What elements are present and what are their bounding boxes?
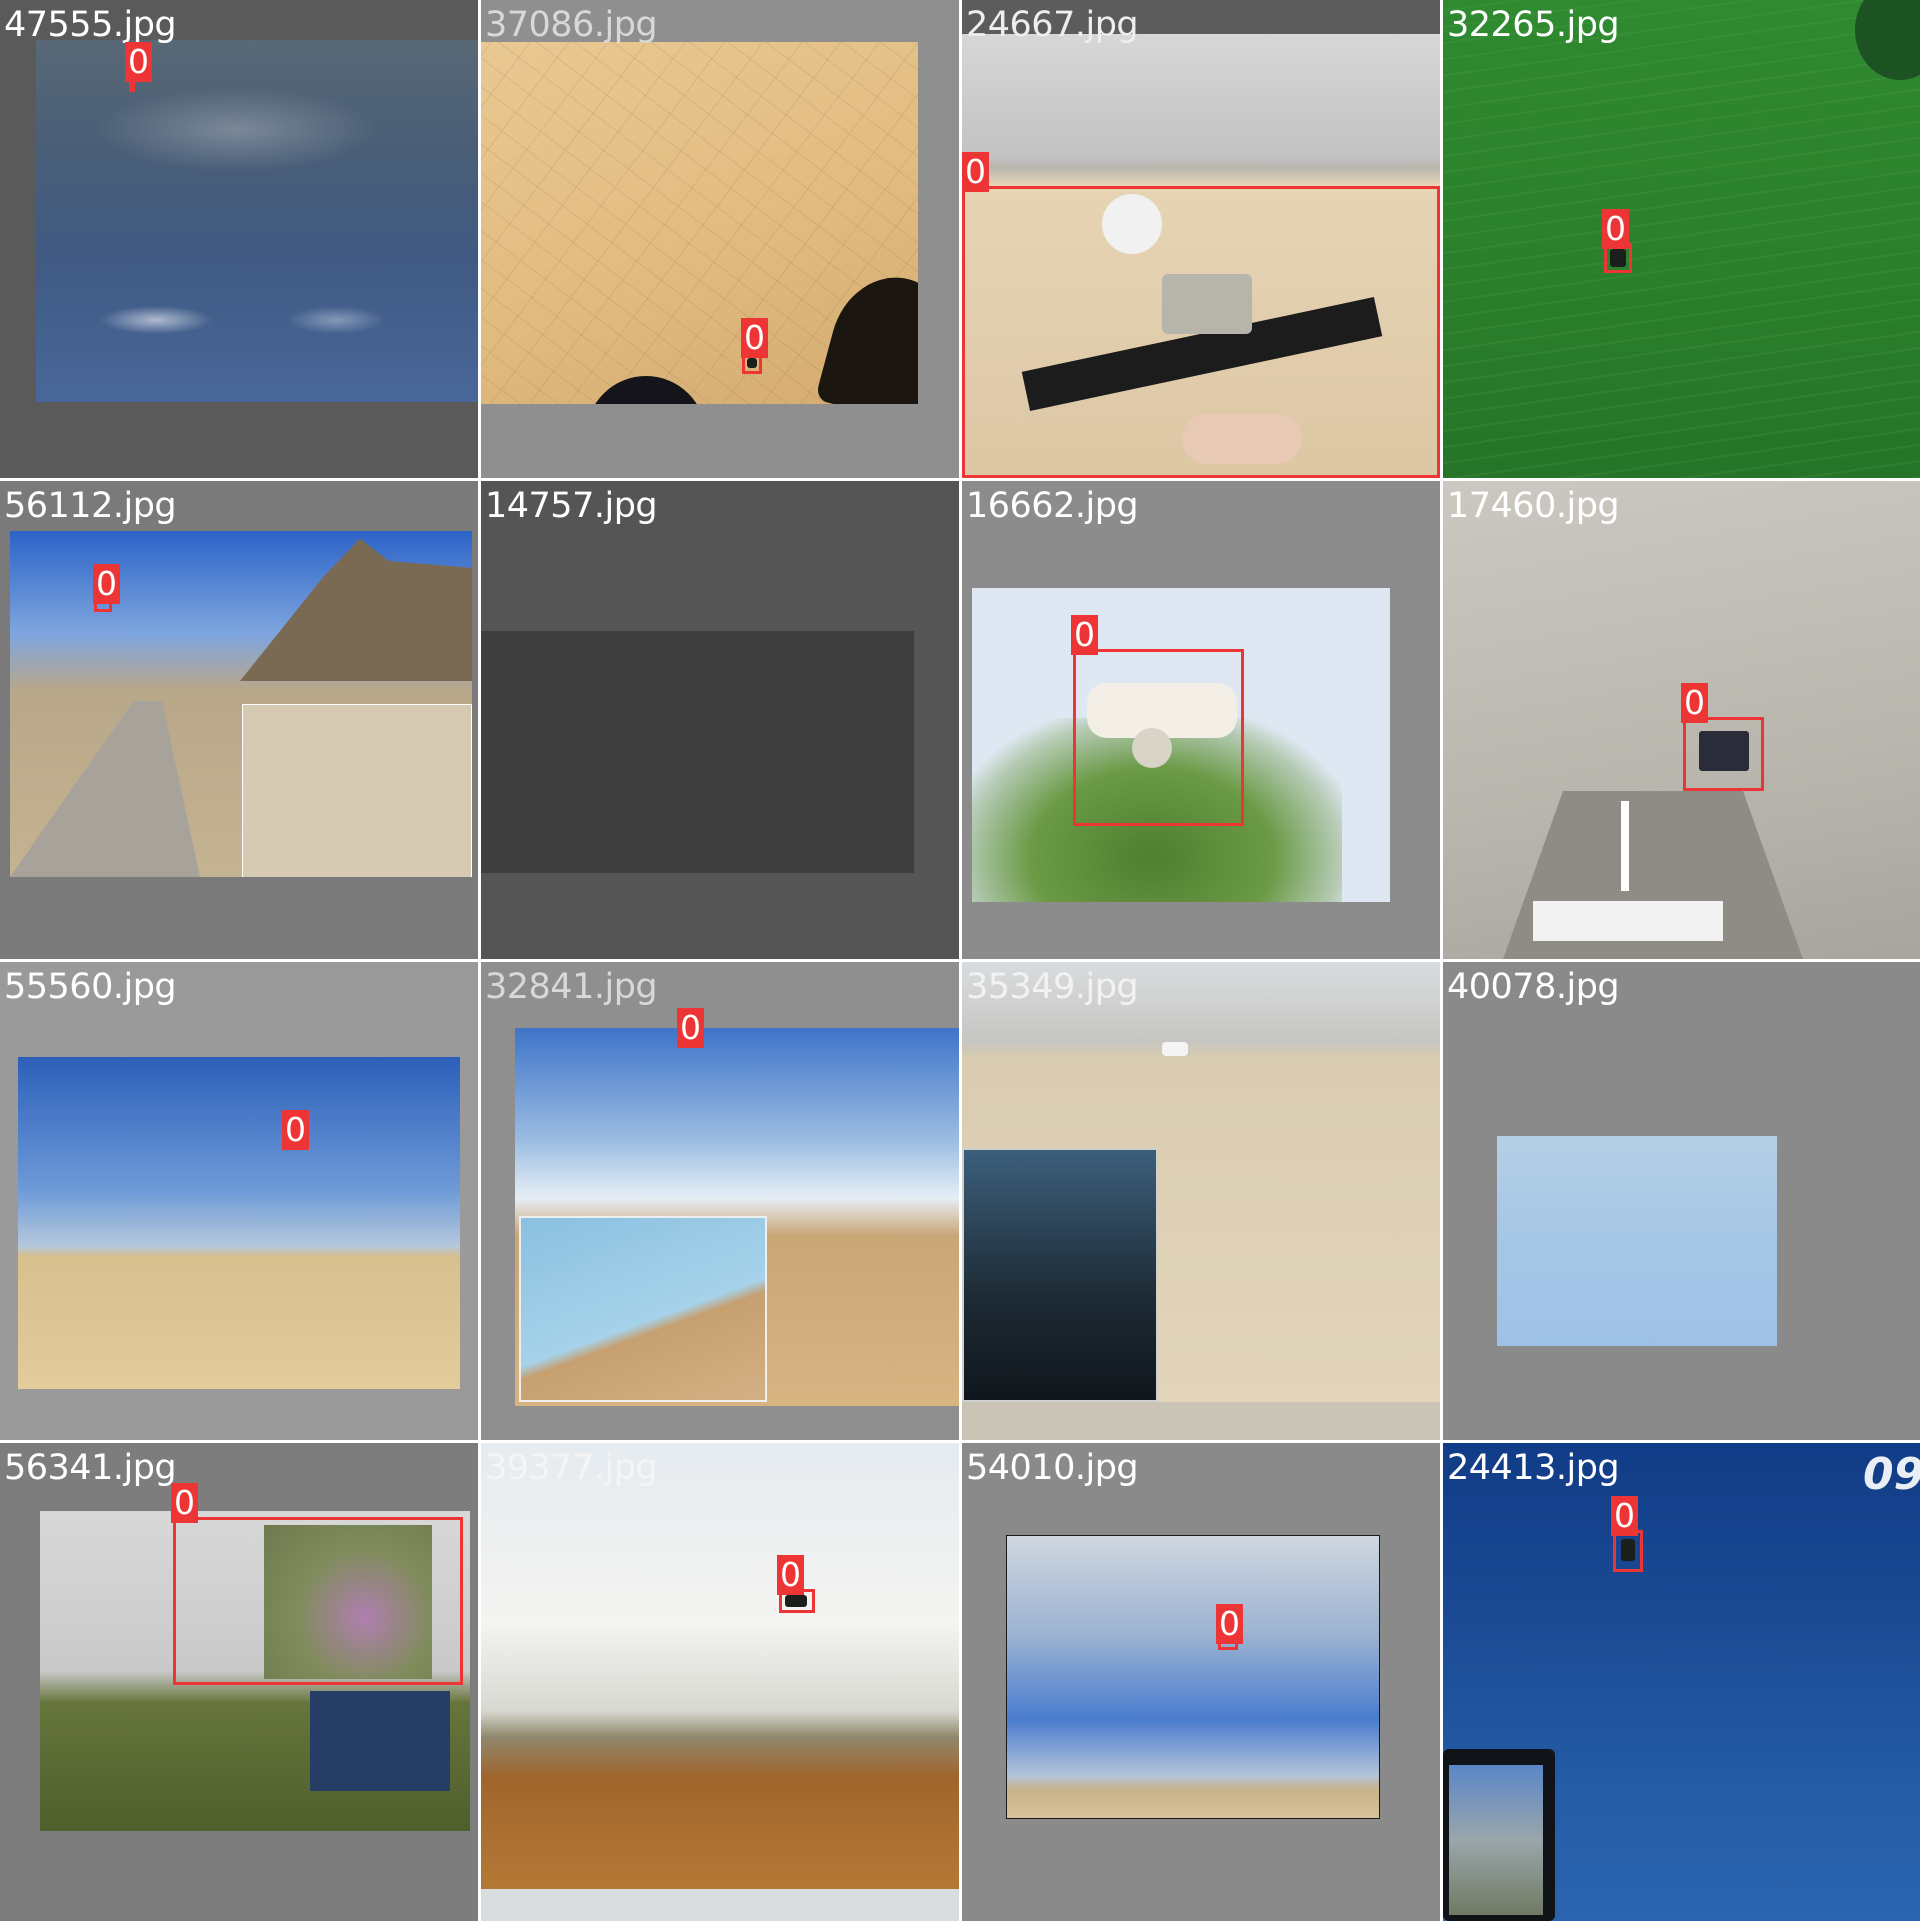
filename-label: 24413.jpg bbox=[1447, 1448, 1620, 1488]
tile-24667[interactable]: 0 24667.jpg bbox=[962, 0, 1440, 478]
mountain bbox=[240, 538, 472, 681]
filename-label: 39377.jpg bbox=[485, 1448, 658, 1488]
detection-label: 0 bbox=[1611, 1496, 1638, 1536]
detection-label: 0 bbox=[777, 1555, 804, 1595]
photo bbox=[481, 1443, 959, 1889]
tile-17460[interactable]: 0 17460.jpg bbox=[1443, 481, 1920, 959]
tile-55560[interactable]: 0 55560.jpg bbox=[0, 962, 478, 1440]
filename-label: 40078.jpg bbox=[1447, 967, 1620, 1007]
photo bbox=[1497, 1136, 1777, 1346]
photo bbox=[36, 40, 478, 402]
tile-47555[interactable]: 0 47555.jpg bbox=[0, 0, 478, 478]
filename-label: 32841.jpg bbox=[485, 967, 658, 1007]
filename-label: 32265.jpg bbox=[1447, 5, 1620, 45]
tile-35349[interactable]: 35349.jpg bbox=[962, 962, 1440, 1440]
tile-24413[interactable]: 0 24413.jpg 09 bbox=[1443, 1443, 1920, 1921]
drone bbox=[1162, 1042, 1188, 1056]
monitor-screen bbox=[1449, 1765, 1543, 1915]
tile-56112[interactable]: 0 56112.jpg bbox=[0, 481, 478, 959]
water-ripples bbox=[1443, 0, 1920, 478]
tile-54010[interactable]: 0 54010.jpg bbox=[962, 1443, 1440, 1921]
tile-32841[interactable]: 0 32841.jpg bbox=[481, 962, 959, 1440]
photo bbox=[1443, 0, 1920, 478]
photo bbox=[10, 531, 472, 877]
photo bbox=[962, 962, 1440, 1402]
tile-14757[interactable]: 14757.jpg bbox=[481, 481, 959, 959]
detection-box bbox=[173, 1517, 463, 1685]
inset-photo bbox=[519, 1216, 767, 1402]
detection-box bbox=[1073, 649, 1244, 826]
detection-label: 0 bbox=[1216, 1604, 1243, 1644]
detection-label: 0 bbox=[171, 1483, 198, 1523]
detection-box bbox=[1683, 717, 1764, 791]
detection-label: 0 bbox=[1602, 209, 1629, 249]
detection-label: 0 bbox=[741, 318, 768, 358]
sky-clouds bbox=[36, 40, 478, 402]
ceiling-light bbox=[1621, 801, 1629, 891]
photo bbox=[18, 1057, 460, 1389]
filename-label: 16662.jpg bbox=[966, 486, 1139, 526]
photo bbox=[515, 1028, 959, 1406]
photo bbox=[481, 42, 918, 404]
product-box bbox=[310, 1691, 450, 1791]
filename-label: 56341.jpg bbox=[4, 1448, 177, 1488]
filename-label: 35349.jpg bbox=[966, 967, 1139, 1007]
image-grid: 0 47555.jpg 0 37086.jpg 0 24667.jpg 0 32… bbox=[0, 0, 1920, 1921]
detection-label: 0 bbox=[677, 1008, 704, 1048]
overlay-watermark: 09 bbox=[1863, 1449, 1920, 1500]
detection-label: 0 bbox=[93, 564, 120, 604]
detection-label: 0 bbox=[962, 152, 989, 192]
photo bbox=[1443, 1443, 1920, 1921]
road bbox=[10, 701, 200, 877]
tile-16662[interactable]: 0 16662.jpg bbox=[962, 481, 1440, 959]
detection-label: 0 bbox=[125, 42, 152, 82]
filename-label: 37086.jpg bbox=[485, 5, 658, 45]
monitor bbox=[1443, 1749, 1555, 1921]
detection-label: 0 bbox=[1681, 683, 1708, 723]
tile-37086[interactable]: 0 37086.jpg bbox=[481, 0, 959, 478]
goggle-screen bbox=[962, 1148, 1158, 1402]
filename-label: 56112.jpg bbox=[4, 486, 177, 526]
tile-56341[interactable]: 0 56341.jpg bbox=[0, 1443, 478, 1921]
detection-box bbox=[962, 186, 1440, 478]
photo bbox=[1006, 1535, 1380, 1819]
tile-32265[interactable]: 0 32265.jpg bbox=[1443, 0, 1920, 478]
detection-label: 0 bbox=[1071, 615, 1098, 655]
filename-label: 17460.jpg bbox=[1447, 486, 1620, 526]
photo bbox=[481, 631, 914, 873]
filename-label: 54010.jpg bbox=[966, 1448, 1139, 1488]
filename-label: 55560.jpg bbox=[4, 967, 177, 1007]
tile-40078[interactable]: 40078.jpg bbox=[1443, 962, 1920, 1440]
tile-39377[interactable]: 0 39377.jpg bbox=[481, 1443, 959, 1921]
filename-label: 14757.jpg bbox=[485, 486, 658, 526]
laundry bbox=[1533, 901, 1723, 941]
detection-box bbox=[1613, 1530, 1643, 1572]
detection-label: 0 bbox=[282, 1110, 309, 1150]
filename-label: 24667.jpg bbox=[966, 5, 1139, 45]
inset-photo bbox=[242, 704, 472, 877]
